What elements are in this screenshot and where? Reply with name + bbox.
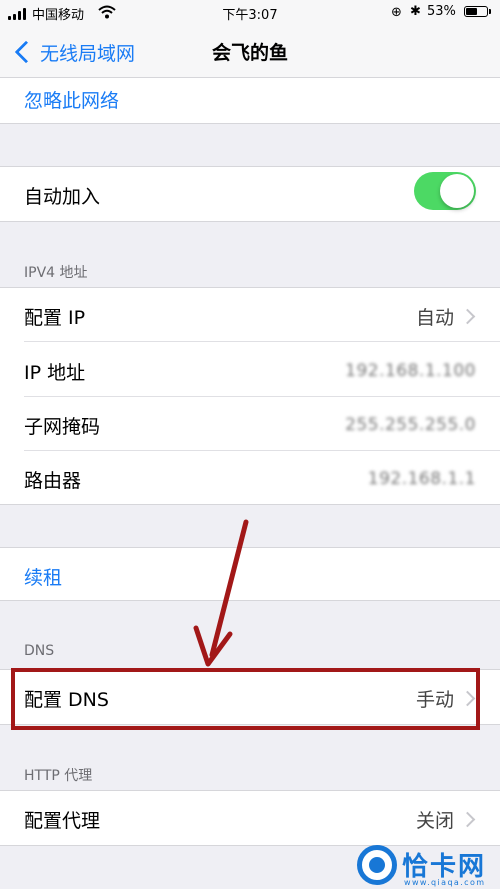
rotation-lock-icon: ⊕ <box>391 5 402 20</box>
router-value: 192.168.1.1 <box>367 469 476 489</box>
auto-join-label: 自动加入 <box>24 186 101 208</box>
configure-dns-value[interactable]: 手动 <box>416 685 454 712</box>
renew-lease-cell[interactable] <box>0 547 500 601</box>
configure-ip-value[interactable]: 自动 <box>416 303 454 330</box>
ipv4-section-header: IPV4 地址 <box>24 265 88 281</box>
configure-ip-label[interactable]: 配置 IP <box>24 303 85 330</box>
page-title: 会飞的鱼 <box>211 42 288 64</box>
status-time: 下午3:07 <box>222 8 278 23</box>
ip-address-label: IP 地址 <box>24 362 86 384</box>
forget-network-label[interactable]: 忽略此网络 <box>24 86 119 113</box>
dns-section-header: DNS <box>24 643 55 659</box>
configure-dns-label[interactable]: 配置 DNS <box>24 685 109 712</box>
battery-cap <box>489 9 491 14</box>
router-label: 路由器 <box>24 470 82 492</box>
auto-join-toggle[interactable] <box>414 172 476 210</box>
watermark-logo-icon <box>357 845 397 885</box>
ip-address-value: 192.168.1.100 <box>345 361 476 381</box>
subnet-mask-value: 255.255.255.0 <box>345 415 476 435</box>
configure-proxy-label[interactable]: 配置代理 <box>24 806 100 833</box>
toggle-knob <box>440 174 474 208</box>
subnet-mask-label: 子网掩码 <box>24 416 101 438</box>
battery-percent: 53% <box>427 4 456 19</box>
battery-fill <box>466 8 477 15</box>
configure-proxy-value[interactable]: 关闭 <box>416 806 454 833</box>
battery-icon <box>464 6 488 17</box>
http-proxy-section-header: HTTP 代理 <box>24 768 93 784</box>
watermark-url: www.qiaqa.com <box>404 878 486 887</box>
bluetooth-icon: ✱ <box>410 4 421 19</box>
renew-lease-label[interactable]: 续租 <box>24 563 62 590</box>
